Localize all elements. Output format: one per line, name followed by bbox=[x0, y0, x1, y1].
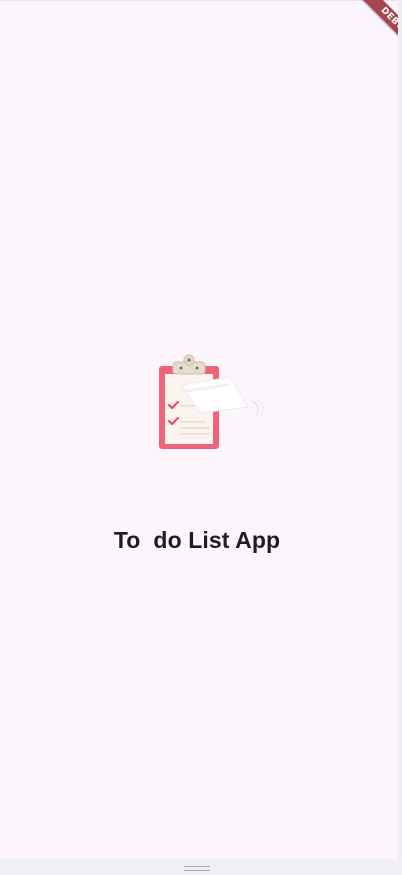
clipboard-checklist-icon bbox=[154, 351, 272, 451]
splash-screen: To do List App bbox=[0, 0, 398, 859]
debug-banner: DEBUG bbox=[322, 0, 402, 80]
app-title: To do List App bbox=[113, 527, 281, 553]
debug-banner-label: DEBUG bbox=[351, 0, 402, 66]
resize-grip-icon[interactable] bbox=[184, 866, 210, 871]
window-bottom-bar bbox=[0, 859, 402, 875]
window-edge bbox=[398, 0, 402, 875]
